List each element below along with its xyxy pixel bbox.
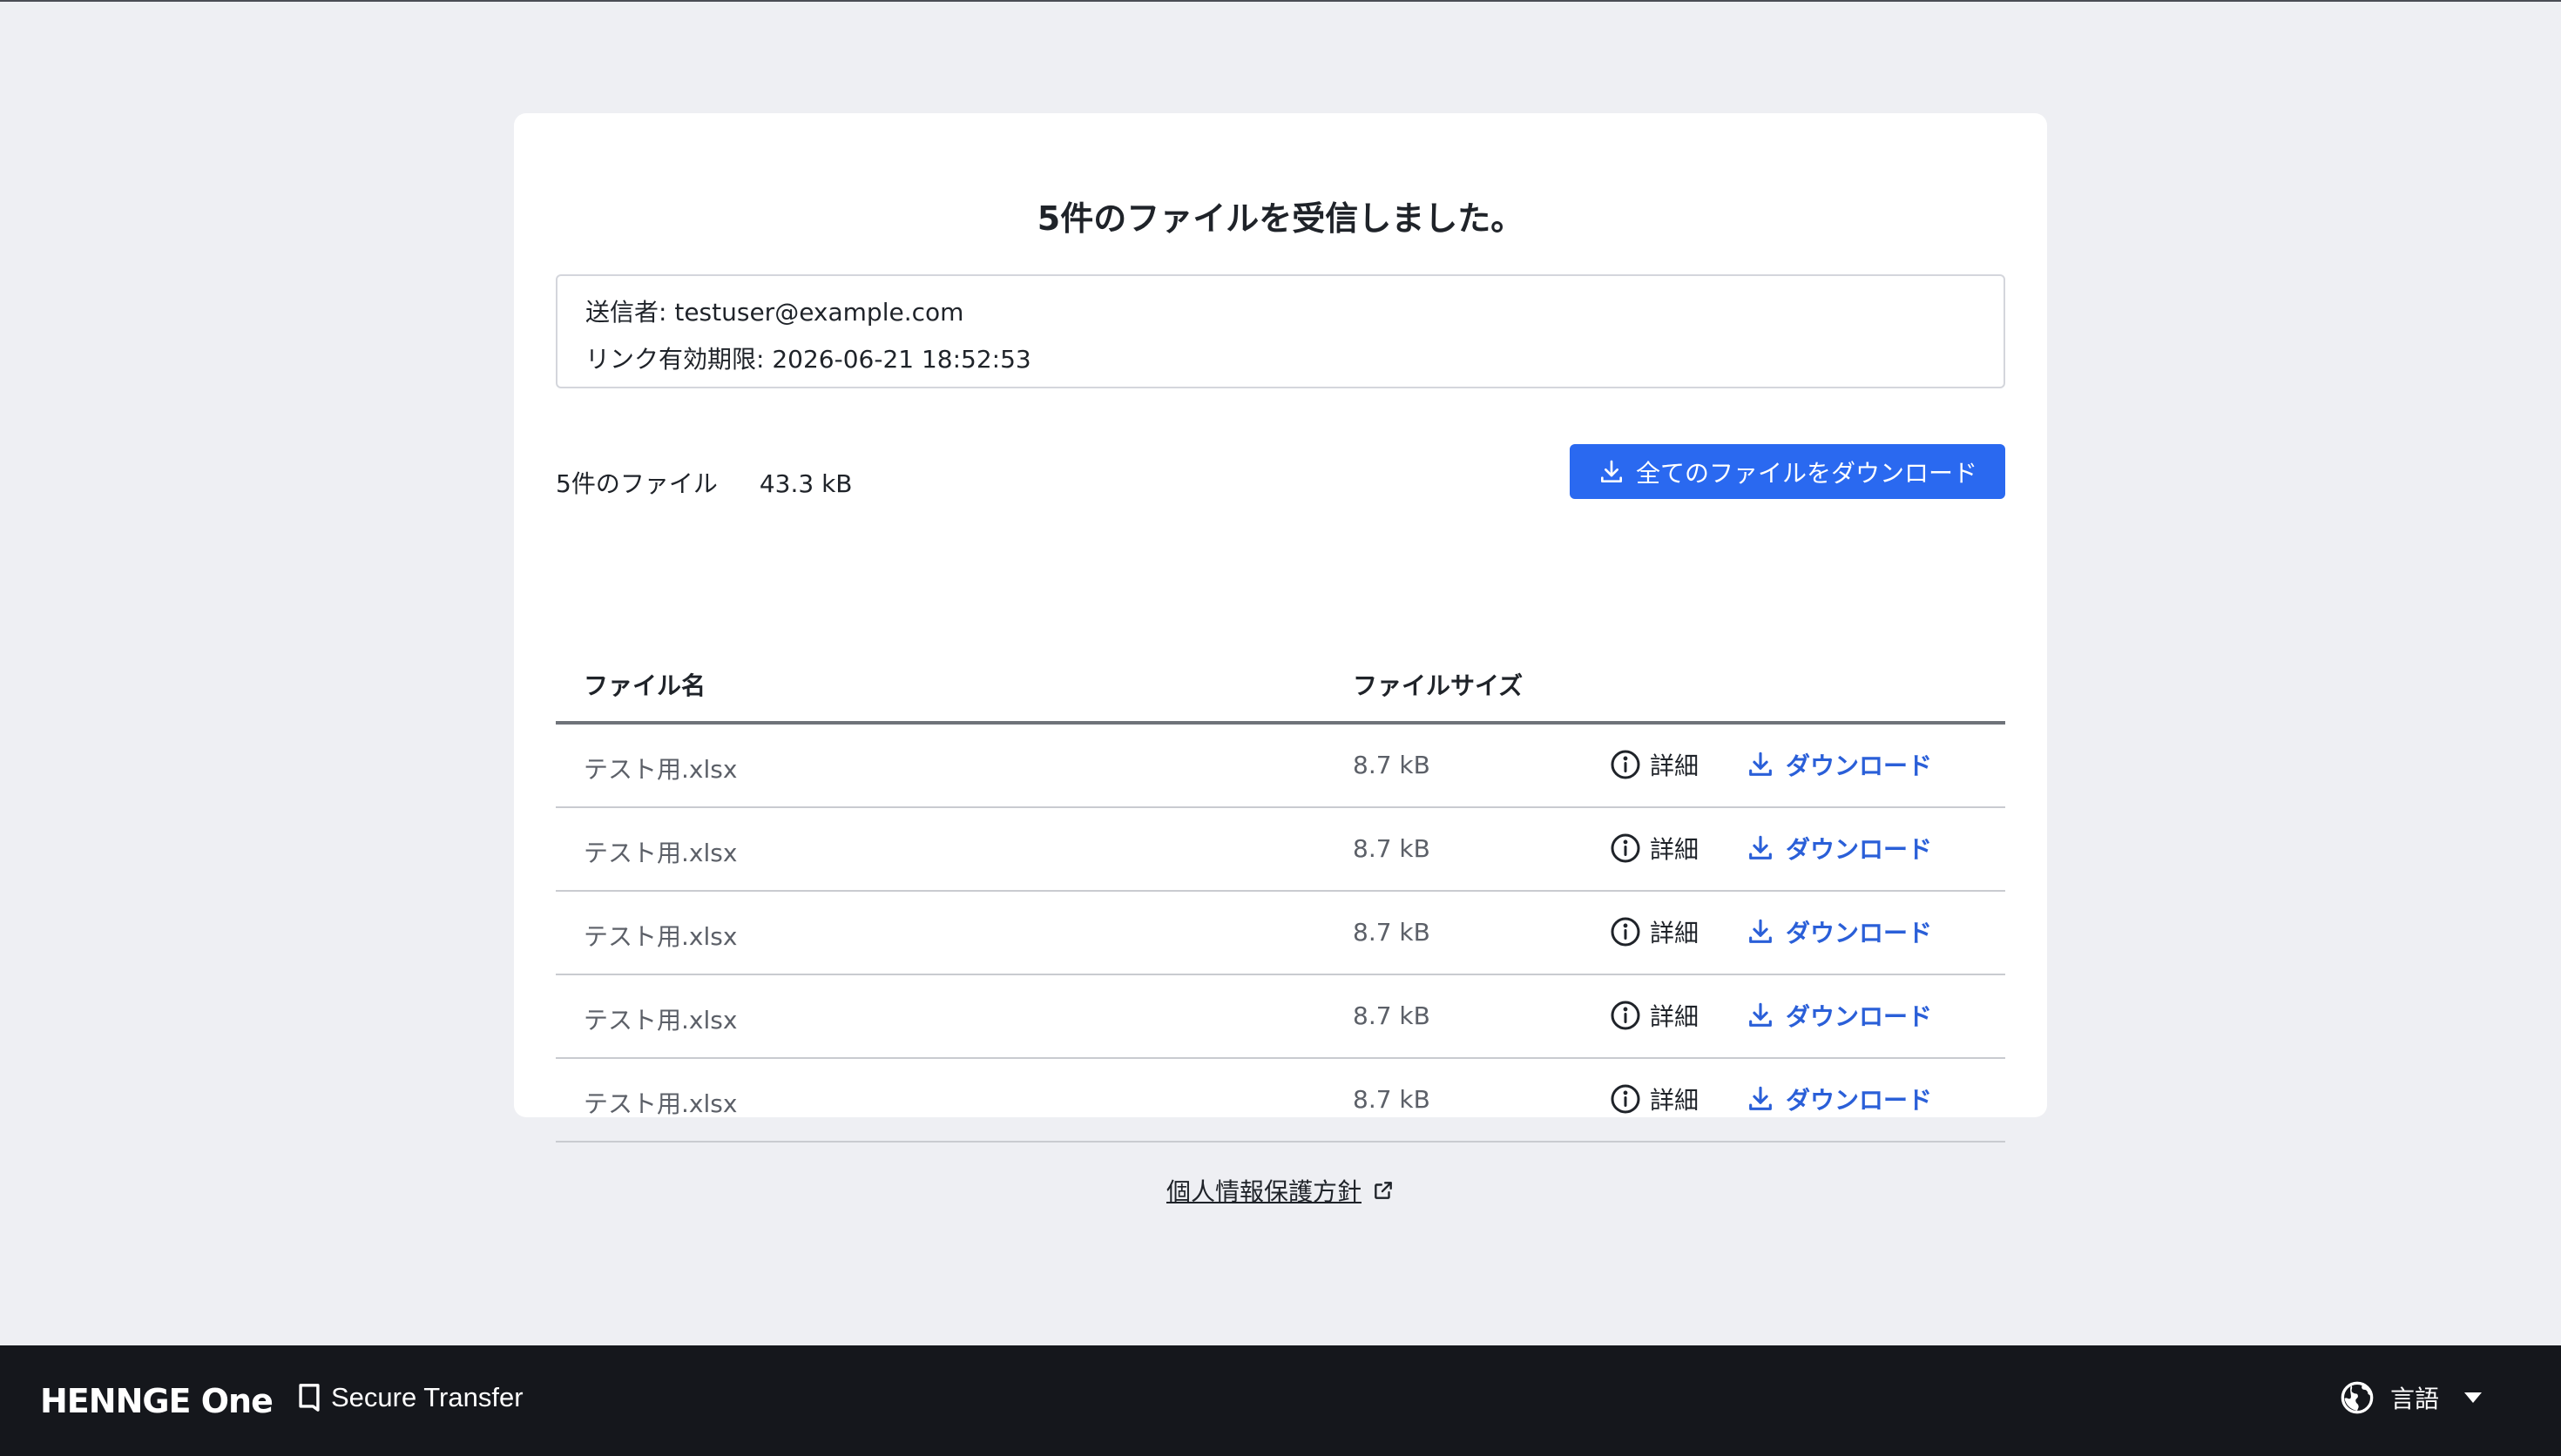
detail-label: 詳細 [1650, 919, 1699, 947]
download-icon [1749, 1086, 1772, 1110]
detail-label: 詳細 [1650, 752, 1699, 780]
file-size: 8.7 kB [1353, 1001, 1430, 1030]
detail-button[interactable]: 詳細 [1610, 1082, 1699, 1116]
info-icon [1611, 1001, 1640, 1030]
info-icon [1611, 750, 1640, 779]
file-size: 8.7 kB [1353, 834, 1430, 863]
file-size: 8.7 kB [1353, 751, 1430, 779]
detail-label: 詳細 [1650, 1002, 1699, 1031]
download-all-label: 全てのファイルをダウンロード [1635, 458, 1977, 488]
file-name: テスト用.xlsx [584, 922, 738, 951]
file-name: テスト用.xlsx [584, 755, 738, 784]
privacy-policy-link[interactable]: 個人情報保護方針 [1166, 1173, 1362, 1208]
table-row: テスト用.xlsx 8.7 kB 詳細 ダウンロード [556, 975, 2005, 1059]
table-body: テスト用.xlsx 8.7 kB 詳細 ダウンロード テスト用.xlsx 8.7 kB 詳細… [556, 725, 2005, 1143]
expiry-label: リンク有効期限: [585, 345, 765, 374]
detail-label: 詳細 [1650, 835, 1699, 864]
transfer-info-box: 送信者: testuser@example.com リンク有効期限: 2026-… [556, 274, 2005, 388]
file-name: テスト用.xlsx [584, 1006, 738, 1035]
download-label: ダウンロード [1786, 752, 1933, 780]
download-icon [1749, 752, 1772, 776]
top-border [0, 0, 2561, 2]
secure-transfer-icon [299, 1384, 320, 1412]
file-table: ファイル名 ファイルサイズ テスト用.xlsx 8.7 kB 詳細 ダウンロード テスト… [556, 650, 2005, 1143]
info-icon [1611, 833, 1640, 863]
detail-button[interactable]: 詳細 [1610, 914, 1699, 949]
download-icon [1749, 919, 1772, 943]
product-label: Secure Transfer [331, 1382, 524, 1412]
detail-label: 詳細 [1650, 1086, 1699, 1115]
download-label: ダウンロード [1786, 1002, 1933, 1031]
files-summary: 5件のファイル 43.3 kB [556, 465, 853, 500]
external-link-icon [1375, 1182, 1392, 1199]
sender-value: testuser@example.com [674, 298, 964, 327]
table-row: テスト用.xlsx 8.7 kB 詳細 ダウンロード [556, 808, 2005, 892]
column-header-name: ファイル名 [584, 671, 706, 700]
table-row: テスト用.xlsx 8.7 kB 詳細 ダウンロード [556, 892, 2005, 975]
info-icon [1611, 917, 1640, 947]
total-size: 43.3 kB [759, 469, 853, 498]
download-label: ダウンロード [1786, 1086, 1933, 1115]
language-selector[interactable]: 言語 [2340, 1380, 2483, 1415]
download-file-link[interactable]: ダウンロード [1746, 831, 1932, 866]
henngeone-logo: HENNGE One [40, 1382, 274, 1420]
download-icon [1749, 835, 1772, 859]
file-count: 5件のファイル [556, 469, 718, 498]
column-header-size: ファイルサイズ [1353, 671, 1524, 700]
file-name: テスト用.xlsx [584, 839, 738, 867]
footer-bar: HENNGE One Secure Transfer 言語 [0, 1345, 2561, 1456]
file-name: テスト用.xlsx [584, 1089, 738, 1118]
detail-button[interactable]: 詳細 [1610, 998, 1699, 1033]
table-row: テスト用.xlsx 8.7 kB 詳細 ダウンロード [556, 1059, 2005, 1143]
download-all-button[interactable]: 全てのファイルをダウンロード [1570, 444, 2005, 499]
download-file-link[interactable]: ダウンロード [1746, 998, 1932, 1033]
globe-icon [2341, 1381, 2374, 1414]
privacy-link-row: 個人情報保護方針 [0, 1173, 2561, 1208]
expiry-line: リンク有効期限: 2026-06-21 18:52:53 [585, 340, 1031, 375]
download-file-link[interactable]: ダウンロード [1746, 747, 1932, 782]
download-icon [1600, 460, 1622, 482]
detail-button[interactable]: 詳細 [1610, 831, 1699, 866]
sender-label: 送信者: [585, 298, 667, 327]
download-file-link[interactable]: ダウンロード [1746, 1082, 1932, 1116]
page-title: 5件のファイルを受信しました。 [1037, 199, 1524, 238]
download-label: ダウンロード [1786, 835, 1933, 864]
table-header: ファイル名 ファイルサイズ [556, 650, 2005, 725]
file-size: 8.7 kB [1353, 918, 1430, 947]
download-file-link[interactable]: ダウンロード [1746, 914, 1932, 949]
table-row: テスト用.xlsx 8.7 kB 詳細 ダウンロード [556, 725, 2005, 808]
detail-button[interactable]: 詳細 [1610, 747, 1699, 782]
download-label: ダウンロード [1786, 919, 1933, 947]
file-size: 8.7 kB [1353, 1085, 1430, 1114]
received-files-card: 5件のファイルを受信しました。 送信者: testuser@example.co… [514, 113, 2047, 1143]
info-icon [1611, 1084, 1640, 1114]
sender-line: 送信者: testuser@example.com [585, 293, 963, 328]
expiry-value: 2026-06-21 18:52:53 [772, 345, 1031, 374]
download-icon [1749, 1002, 1772, 1027]
caret-down-icon [2464, 1392, 2483, 1403]
language-label: 言語 [2390, 1385, 2440, 1413]
product-name: Secure Transfer [296, 1382, 524, 1413]
